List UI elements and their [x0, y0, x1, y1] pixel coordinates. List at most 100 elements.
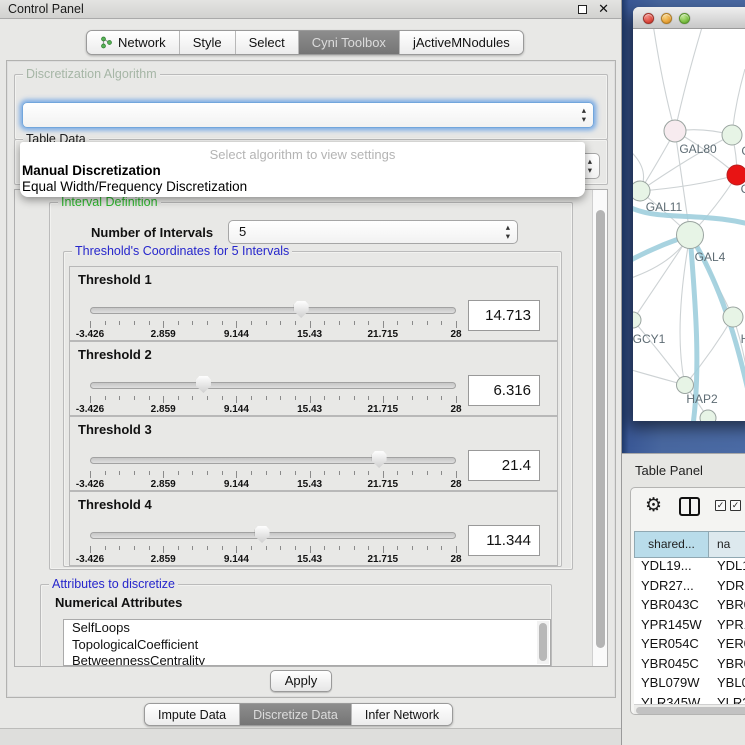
- interval-definition-group: Interval Definition Number of Intervals …: [49, 202, 573, 570]
- minimize-traffic-light-icon[interactable]: [661, 13, 672, 24]
- settings-scrollpane: Interval Definition Number of Intervals …: [14, 189, 608, 667]
- table-row[interactable]: YBL079WYBL0: [634, 675, 745, 695]
- scale-label: 28: [450, 329, 461, 340]
- slider-scale-labels: -3.4262.8599.14415.4321.71528: [90, 554, 456, 565]
- combo-arrows-icon: ▴▾: [506, 223, 510, 241]
- tab-network-label: Network: [118, 35, 166, 50]
- tab-style[interactable]: Style: [180, 31, 236, 54]
- node-hap2[interactable]: [677, 377, 694, 394]
- table-row[interactable]: YER054CYER0: [634, 636, 745, 656]
- threshold-3-value-field[interactable]: [468, 450, 540, 481]
- list-item[interactable]: BetweennessCentrality: [64, 653, 550, 666]
- scale-label: 2.859: [151, 554, 176, 565]
- table-body[interactable]: YDL19...YDL1 YDR27...YDR2 YBR043CYBR0 YP…: [634, 558, 745, 704]
- scrollbar-thumb[interactable]: [539, 623, 547, 661]
- tab-discretize-data[interactable]: Discretize Data: [240, 704, 352, 725]
- column-header-name[interactable]: na: [709, 531, 745, 558]
- scrollbar-thumb[interactable]: [636, 707, 745, 714]
- list-item[interactable]: SelfLoops: [64, 620, 550, 637]
- slider-track[interactable]: [90, 457, 456, 464]
- node-gal4[interactable]: [677, 222, 704, 249]
- table-horizontal-scrollbar[interactable]: [634, 704, 745, 714]
- cyni-content-frame: Discretization Algorithm ▴▾ Table Data g…: [6, 60, 616, 698]
- gear-icon[interactable]: ⚙: [645, 494, 662, 516]
- float-window-icon[interactable]: [578, 5, 587, 14]
- node-gal11[interactable]: [633, 181, 650, 201]
- attributes-group: Attributes to discretize Numerical Attri…: [40, 584, 552, 667]
- node-h[interactable]: [723, 307, 743, 327]
- algorithm-combobox[interactable]: ▴▾: [22, 102, 594, 128]
- slider-track[interactable]: [90, 532, 456, 539]
- numerical-attributes-list[interactable]: SelfLoops TopologicalCoefficient Between…: [63, 619, 551, 666]
- tab-impute-data[interactable]: Impute Data: [145, 704, 240, 725]
- slider-thumb[interactable]: [372, 451, 387, 468]
- close-traffic-light-icon[interactable]: [643, 13, 654, 24]
- network-canvas[interactable]: GAL80 G C GAL11 GAL4 GCY1 H HAP2: [633, 29, 745, 421]
- slider-ticks: [90, 396, 456, 404]
- table-row[interactable]: YBR043CYBR0: [634, 597, 745, 617]
- settings-scrollbar[interactable]: [592, 190, 607, 666]
- node-gal80[interactable]: [664, 120, 686, 142]
- scale-label: 21.715: [368, 404, 399, 415]
- close-icon[interactable]: ✕: [598, 1, 609, 17]
- panel-title: Control Panel: [8, 2, 84, 16]
- thresholds-group: Threshold's Coordinates for 5 Intervals …: [63, 251, 562, 567]
- threshold-3-label: Threshold 3: [78, 422, 152, 437]
- apply-button[interactable]: Apply: [270, 670, 332, 692]
- slider-ticks: [90, 321, 456, 329]
- threshold-1-slider[interactable]: [90, 303, 456, 321]
- window-bottom-edge: [0, 728, 621, 745]
- column-header-shared[interactable]: shared...: [634, 531, 709, 558]
- checkbox-icon[interactable]: ✓: [730, 500, 741, 511]
- tab-jactivemnodules[interactable]: jActiveMNodules: [400, 31, 523, 54]
- node-label: GAL4: [695, 250, 726, 264]
- threshold-1-value-field[interactable]: [468, 300, 540, 331]
- slider-thumb[interactable]: [255, 526, 270, 543]
- table-row[interactable]: YLR345WYLR3: [634, 695, 745, 705]
- slider-track[interactable]: [90, 382, 456, 389]
- slider-track[interactable]: [90, 307, 456, 314]
- tab-network[interactable]: Network: [87, 31, 180, 54]
- scrollbar-thumb[interactable]: [596, 210, 605, 648]
- scale-label: 21.715: [368, 479, 399, 490]
- algorithm-option-equal-width[interactable]: Equal Width/Frequency Discretization: [22, 179, 247, 194]
- threshold-3-slider[interactable]: [90, 453, 456, 471]
- threshold-2-slider[interactable]: [90, 378, 456, 396]
- table-row[interactable]: YDL19...YDL1: [634, 558, 745, 578]
- desktop-background: GAL80 G C GAL11 GAL4 GCY1 H HAP2: [622, 0, 745, 453]
- threshold-4-value-field[interactable]: [468, 525, 540, 556]
- scale-label: 21.715: [368, 554, 399, 565]
- scale-label: 15.43: [297, 329, 322, 340]
- scale-label: 2.859: [151, 404, 176, 415]
- algorithm-placeholder-option[interactable]: Select algorithm to view settings: [20, 147, 585, 162]
- threshold-2-label: Threshold 2: [78, 347, 152, 362]
- table-row[interactable]: YPR145WYPR1: [634, 617, 745, 637]
- zoom-traffic-light-icon[interactable]: [679, 13, 690, 24]
- threshold-4-slider[interactable]: [90, 528, 456, 546]
- number-of-intervals-combobox[interactable]: 5 ▴▾: [228, 220, 518, 244]
- tab-infer-network[interactable]: Infer Network: [352, 704, 452, 725]
- number-of-intervals-label: Number of Intervals: [91, 225, 213, 240]
- slider-scale-labels: -3.4262.8599.14415.4321.71528: [90, 479, 456, 490]
- node-top-right[interactable]: [722, 125, 742, 145]
- combo-arrows-icon: ▴▾: [588, 157, 592, 175]
- list-item[interactable]: TopologicalCoefficient: [64, 637, 550, 654]
- tab-cyni-toolbox[interactable]: Cyni Toolbox: [299, 31, 400, 54]
- table-row[interactable]: YBR045CYBR0: [634, 656, 745, 676]
- algorithm-option-manual[interactable]: Manual Discretization: [22, 163, 161, 178]
- node-gcy1[interactable]: [633, 312, 641, 328]
- threshold-4-label: Threshold 4: [78, 497, 152, 512]
- slider-thumb[interactable]: [294, 301, 309, 318]
- checkbox-icon[interactable]: ✓: [715, 500, 726, 511]
- combo-arrows-icon: ▴▾: [582, 106, 586, 124]
- node-label: H: [741, 332, 745, 346]
- table-row[interactable]: YDR27...YDR2: [634, 578, 745, 598]
- node-bottom-partial[interactable]: [700, 410, 716, 421]
- scale-label: 21.715: [368, 329, 399, 340]
- list-scrollbar[interactable]: [537, 621, 549, 664]
- tab-select[interactable]: Select: [236, 31, 299, 54]
- threshold-2-value-field[interactable]: [468, 375, 540, 406]
- column-layout-icon[interactable]: [679, 497, 700, 516]
- scale-label: -3.426: [76, 554, 104, 565]
- slider-thumb[interactable]: [196, 376, 211, 393]
